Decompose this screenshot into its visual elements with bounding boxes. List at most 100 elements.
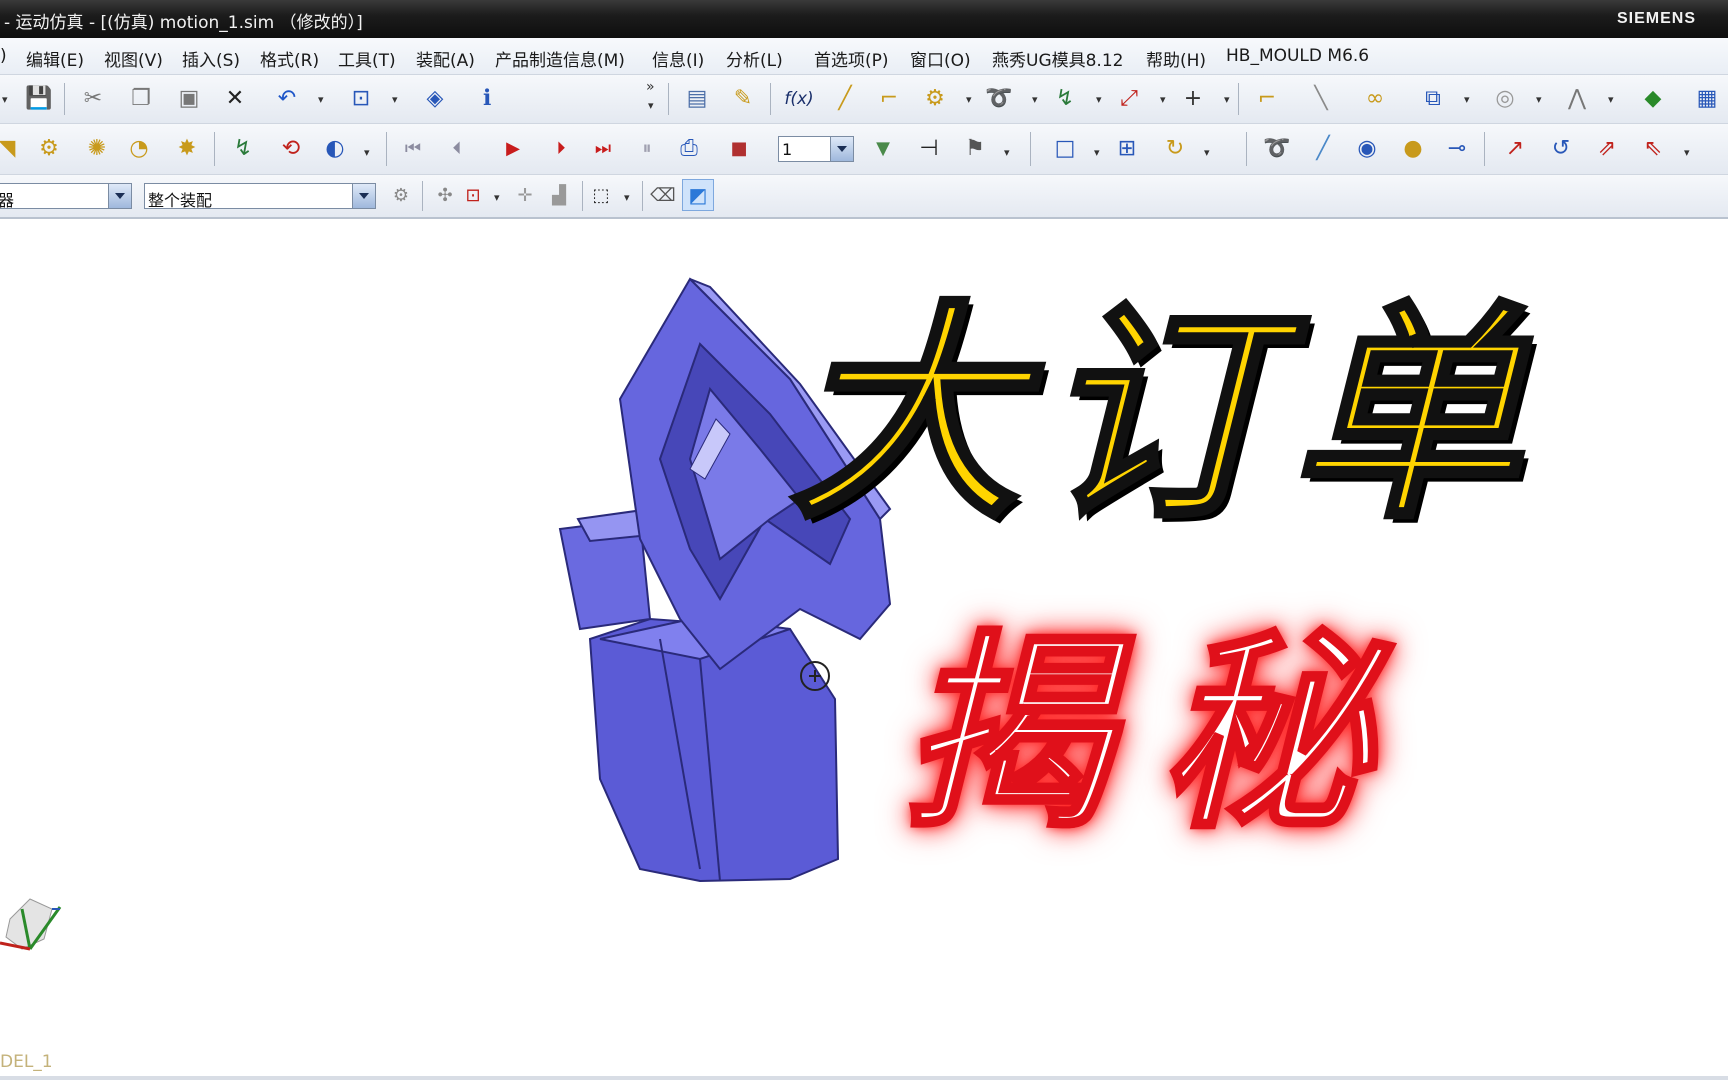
- fit-view-icon[interactable]: ⊡: [344, 82, 378, 116]
- flag-dropdown-icon[interactable]: ▾: [1004, 146, 1010, 159]
- link-icon[interactable]: ╱: [828, 82, 862, 116]
- animation-step-select[interactable]: 1: [778, 136, 854, 162]
- menu-edit[interactable]: 编辑(E): [26, 46, 84, 71]
- motion-body-icon[interactable]: ◥: [0, 132, 24, 166]
- 2d-contact-icon[interactable]: ◐: [318, 132, 352, 166]
- add-point-dropdown-icon[interactable]: ▾: [1224, 93, 1230, 106]
- stair-icon[interactable]: ▟: [542, 179, 576, 213]
- measure-icon[interactable]: ╲: [1304, 82, 1338, 116]
- menu-preferences[interactable]: 首选项(P): [814, 46, 889, 71]
- play-icon[interactable]: ▶: [496, 132, 530, 166]
- trace-icon[interactable]: ∞: [1358, 82, 1392, 116]
- rectangle-select-dropdown-icon[interactable]: ▾: [624, 191, 630, 204]
- vector-torque-icon[interactable]: ⇖: [1636, 132, 1670, 166]
- menu-yanxiu-mold[interactable]: 燕秀UG模具8.12: [992, 46, 1123, 71]
- menu-window[interactable]: 窗口(O): [910, 46, 971, 71]
- chevron-down-icon[interactable]: [830, 137, 853, 161]
- toolbar-options-icon[interactable]: ▾: [648, 99, 654, 112]
- gear-icon[interactable]: ⚙: [918, 82, 952, 116]
- rectangle-select-icon[interactable]: ⬚: [584, 179, 618, 213]
- function-icon[interactable]: f(x): [782, 82, 816, 116]
- joint-icon[interactable]: ⌐: [872, 82, 906, 116]
- menu-format[interactable]: 格式(R): [260, 46, 319, 71]
- info-icon[interactable]: ℹ: [470, 82, 504, 116]
- torque-icon[interactable]: ⊸: [1440, 132, 1474, 166]
- add-point-icon[interactable]: +: [1176, 82, 1210, 116]
- menu-view[interactable]: 视图(V): [104, 46, 163, 71]
- undo-icon[interactable]: ↶: [270, 82, 304, 116]
- force-icon[interactable]: ●: [1396, 132, 1430, 166]
- paste-icon[interactable]: ▣: [172, 82, 206, 116]
- menu-information[interactable]: 信息(I): [652, 46, 704, 71]
- interference-icon[interactable]: ◎: [1488, 82, 1522, 116]
- graph-dropdown-icon[interactable]: ▾: [1094, 146, 1100, 159]
- toolbar-overflow-icon[interactable]: »: [646, 79, 655, 95]
- constraint-icon[interactable]: ⌐: [1250, 82, 1284, 116]
- vector-force-icon[interactable]: ⇗: [1590, 132, 1624, 166]
- delete-icon[interactable]: ✕: [218, 82, 252, 116]
- fast-forward-icon[interactable]: ⏭: [586, 132, 620, 166]
- spring-dropdown-icon[interactable]: ▾: [1032, 93, 1038, 106]
- menu-tools[interactable]: 工具(T): [338, 46, 396, 71]
- step-back-icon[interactable]: ⏴: [440, 132, 474, 166]
- layer-icon[interactable]: ◈: [418, 82, 452, 116]
- stop-icon[interactable]: ■: [722, 132, 756, 166]
- damper-icon[interactable]: ╱: [1306, 132, 1340, 166]
- copy-icon[interactable]: ❐: [124, 82, 158, 116]
- bushing-icon[interactable]: ◉: [1350, 132, 1384, 166]
- menu-help[interactable]: 帮助(H): [1146, 46, 1206, 71]
- shaded-view-icon[interactable]: ◩: [682, 179, 714, 211]
- contact-dropdown-icon[interactable]: ▾: [364, 146, 370, 159]
- eraser-icon[interactable]: ⌫: [646, 179, 680, 213]
- marker-point-icon[interactable]: ⊣: [912, 132, 946, 166]
- point-on-curve-icon[interactable]: ⤢: [1112, 82, 1146, 116]
- settings-icon[interactable]: ▦: [1690, 82, 1724, 116]
- load-dropdown-icon[interactable]: ▾: [1684, 146, 1690, 159]
- box-icon[interactable]: ⧉: [1416, 82, 1450, 116]
- graphics-window[interactable]: 大订单 揭秘: [0, 219, 1728, 1080]
- menu-insert[interactable]: 插入(S): [182, 46, 240, 71]
- point-dropdown-icon[interactable]: ▾: [1160, 93, 1166, 106]
- path-dropdown-icon[interactable]: ▾: [1608, 93, 1614, 106]
- scalar-torque-icon[interactable]: ↺: [1544, 132, 1578, 166]
- gear-train-icon[interactable]: ✸: [170, 132, 204, 166]
- spring-icon[interactable]: ➰: [982, 82, 1016, 116]
- save-icon[interactable]: 💾: [22, 82, 56, 116]
- table-icon[interactable]: ⊞: [1110, 132, 1144, 166]
- pause-icon[interactable]: ⏸: [630, 132, 664, 166]
- cut-icon[interactable]: ✂: [76, 82, 110, 116]
- menu-item-partial[interactable]: ): [0, 46, 7, 66]
- path-icon[interactable]: ⋀: [1560, 82, 1594, 116]
- graph-icon[interactable]: □: [1048, 132, 1082, 166]
- down-arrow-icon[interactable]: ▼: [866, 132, 900, 166]
- marker-icon[interactable]: ↯: [1048, 82, 1082, 116]
- filter-options-icon[interactable]: ⚙: [384, 179, 418, 213]
- finish-flag-icon[interactable]: ⚑: [958, 132, 992, 166]
- scalar-force-icon[interactable]: ↗: [1498, 132, 1532, 166]
- chevron-down-icon[interactable]: [108, 184, 131, 208]
- rotate-icon[interactable]: ↻: [1158, 132, 1192, 166]
- menu-hb-mould[interactable]: HB_MOULD M6.6: [1226, 46, 1369, 66]
- intersection-icon[interactable]: ✛: [508, 179, 542, 213]
- menu-pmi[interactable]: 产品制造信息(M): [495, 46, 625, 71]
- dropdown-arrow-icon[interactable]: ▾: [2, 93, 8, 106]
- interference-dropdown-icon[interactable]: ▾: [1536, 93, 1542, 106]
- view-dropdown-icon[interactable]: ▾: [392, 93, 398, 106]
- curve-on-curve-icon[interactable]: ↯: [226, 132, 260, 166]
- master-model-icon[interactable]: ✎: [726, 82, 760, 116]
- step-forward-icon[interactable]: ⏵: [544, 132, 578, 166]
- solver-icon[interactable]: ✺: [80, 132, 114, 166]
- menu-assembly[interactable]: 装配(A): [416, 46, 475, 71]
- export-icon[interactable]: ◆: [1636, 82, 1670, 116]
- select-point-dropdown-icon[interactable]: ▾: [494, 191, 500, 204]
- marker-dropdown-icon[interactable]: ▾: [1096, 93, 1102, 106]
- select-point-icon[interactable]: ⊡: [456, 179, 490, 213]
- undo-dropdown-icon[interactable]: ▾: [318, 93, 324, 106]
- coil-spring-icon[interactable]: ➰: [1260, 132, 1294, 166]
- point-on-surface-icon[interactable]: ⟲: [274, 132, 308, 166]
- rewind-icon[interactable]: ⏮: [396, 132, 430, 166]
- environment-icon[interactable]: ▤: [680, 82, 714, 116]
- selection-scope-select[interactable]: 整个装配: [144, 183, 376, 210]
- gear-dropdown-icon[interactable]: ▾: [966, 93, 972, 106]
- chevron-down-icon[interactable]: [352, 184, 375, 208]
